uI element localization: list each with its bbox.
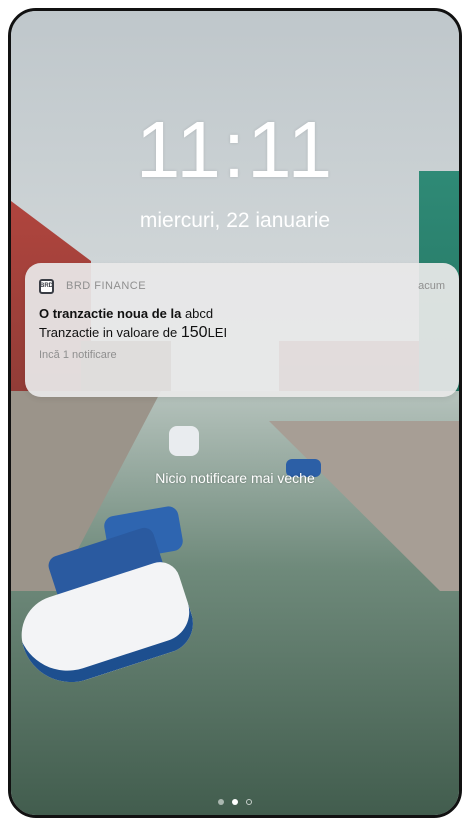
page-dot[interactable]	[218, 799, 224, 805]
notification-header: BRD BRD FINANCE acum	[39, 275, 445, 297]
camera-page-dot[interactable]	[246, 799, 252, 805]
notification-app-name: BRD FINANCE	[66, 280, 147, 292]
lockscreen-date: miercuri, 22 ianuarie	[139, 209, 331, 232]
notification-title: O tranzactie noua de la abcd	[39, 306, 445, 321]
notification-title-bold: O tranzactie noua de la	[39, 306, 182, 321]
no-older-notifications-label: Nicio notificare mai veche	[155, 470, 315, 486]
notification-more-count[interactable]: Incă 1 notificare	[39, 349, 445, 361]
lockscreen-clock: 11:11	[135, 105, 335, 194]
wallpaper-boat-far	[169, 426, 199, 456]
brd-app-icon: BRD	[39, 278, 54, 294]
notification-body-prefix: Tranzactie in valoare de	[39, 325, 181, 340]
app-icon-label: BRD	[40, 283, 53, 289]
phone-frame: 11:11 miercuri, 22 ianuarie BRD BRD FINA…	[8, 8, 462, 818]
page-indicator[interactable]	[11, 799, 459, 805]
page-dot-active[interactable]	[232, 799, 238, 805]
notification-time: acum	[418, 280, 445, 292]
notification-card[interactable]: BRD BRD FINANCE acum O tranzactie noua d…	[25, 263, 459, 397]
notification-title-rest: abcd	[181, 306, 214, 321]
notification-currency: LEI	[207, 325, 228, 340]
notification-body: Tranzactie in valoare de 150LEI	[39, 324, 445, 342]
notification-amount: 150	[180, 324, 208, 341]
